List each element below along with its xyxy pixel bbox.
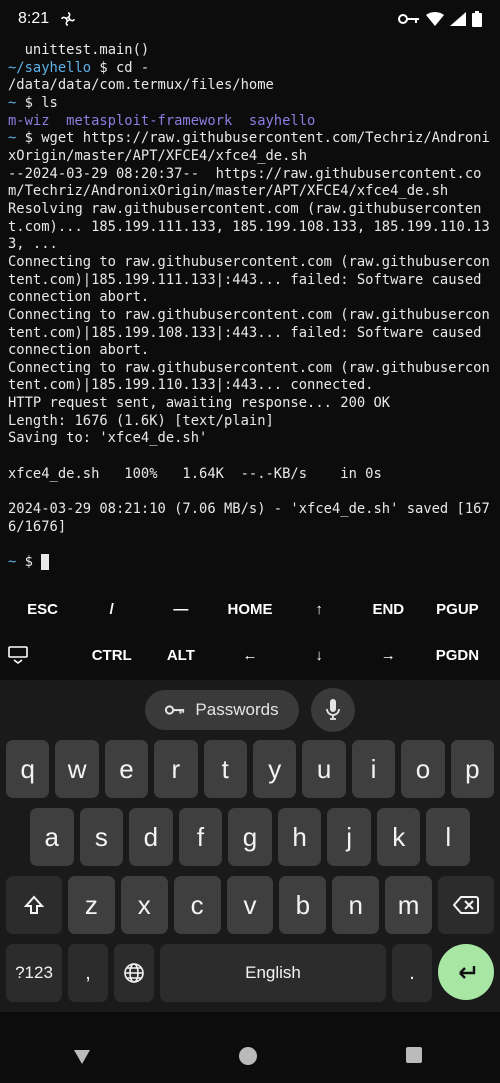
comma-key[interactable]: , [68,944,108,1002]
term-key-up[interactable]: ↑ [285,601,354,618]
key-x[interactable]: x [121,876,168,934]
key-f[interactable]: f [179,808,223,866]
term-key-slash[interactable]: / [77,601,146,618]
terminal-extra-keys: ESC / — HOME ↑ END PGUP CTRL ALT ← ↓ → P… [0,586,500,678]
term-key-dash[interactable]: — [146,601,215,618]
nav-recent-icon[interactable] [405,1046,429,1070]
key-k[interactable]: k [377,808,421,866]
globe-key[interactable] [114,944,154,1002]
key-b[interactable]: b [279,876,326,934]
key-o[interactable]: o [401,740,444,798]
term-key-ctrl[interactable]: CTRL [77,647,146,664]
passwords-button[interactable]: Passwords [145,690,298,730]
key-u[interactable]: u [302,740,345,798]
key-d[interactable]: d [129,808,173,866]
key-i[interactable]: i [352,740,395,798]
enter-key[interactable] [438,944,494,1000]
keyboard-collapse-icon[interactable] [8,646,77,664]
key-s[interactable]: s [80,808,124,866]
status-bar: 8:21 [0,0,500,38]
key-j[interactable]: j [327,808,371,866]
key-c[interactable]: c [174,876,221,934]
key-r[interactable]: r [154,740,197,798]
period-key[interactable]: . [392,944,432,1002]
key-icon [398,13,420,25]
backspace-key[interactable] [438,876,494,934]
key-y[interactable]: y [253,740,296,798]
key-a[interactable]: a [30,808,74,866]
key-n[interactable]: n [332,876,379,934]
nav-back-icon[interactable] [71,1046,95,1070]
key-icon [165,704,185,716]
term-key-alt[interactable]: ALT [146,647,215,664]
nav-home-icon[interactable] [238,1046,262,1070]
numswitch-key[interactable]: ?123 [6,944,62,1002]
key-m[interactable]: m [385,876,432,934]
key-l[interactable]: l [426,808,470,866]
key-t[interactable]: t [204,740,247,798]
term-key-down[interactable]: ↓ [285,647,354,664]
onscreen-keyboard: Passwords qwertyuiop asdfghjkl zxcvbnm ?… [0,680,500,1012]
space-key[interactable]: English [160,944,386,1002]
shift-key[interactable] [6,876,62,934]
term-key-esc[interactable]: ESC [8,601,77,618]
term-key-home[interactable]: HOME [215,601,284,618]
status-time: 8:21 [18,10,49,28]
terminal-output[interactable]: unittest.main()~/sayhello $ cd -/data/da… [0,38,500,576]
term-key-left[interactable]: ← [215,647,284,664]
battery-icon [472,11,482,27]
key-g[interactable]: g [228,808,272,866]
fan-icon [59,10,77,28]
key-w[interactable]: w [55,740,98,798]
key-q[interactable]: q [6,740,49,798]
key-z[interactable]: z [68,876,115,934]
wifi-icon [426,12,444,26]
key-h[interactable]: h [278,808,322,866]
term-key-end[interactable]: END [354,601,423,618]
key-e[interactable]: e [105,740,148,798]
key-p[interactable]: p [451,740,494,798]
android-nav-bar [0,1033,500,1083]
mic-button[interactable] [311,688,355,732]
term-key-pgup[interactable]: PGUP [423,601,492,618]
term-key-pgdn[interactable]: PGDN [423,647,492,664]
key-v[interactable]: v [227,876,274,934]
signal-icon [450,12,466,26]
passwords-label: Passwords [195,700,278,720]
term-key-right[interactable]: → [354,647,423,664]
